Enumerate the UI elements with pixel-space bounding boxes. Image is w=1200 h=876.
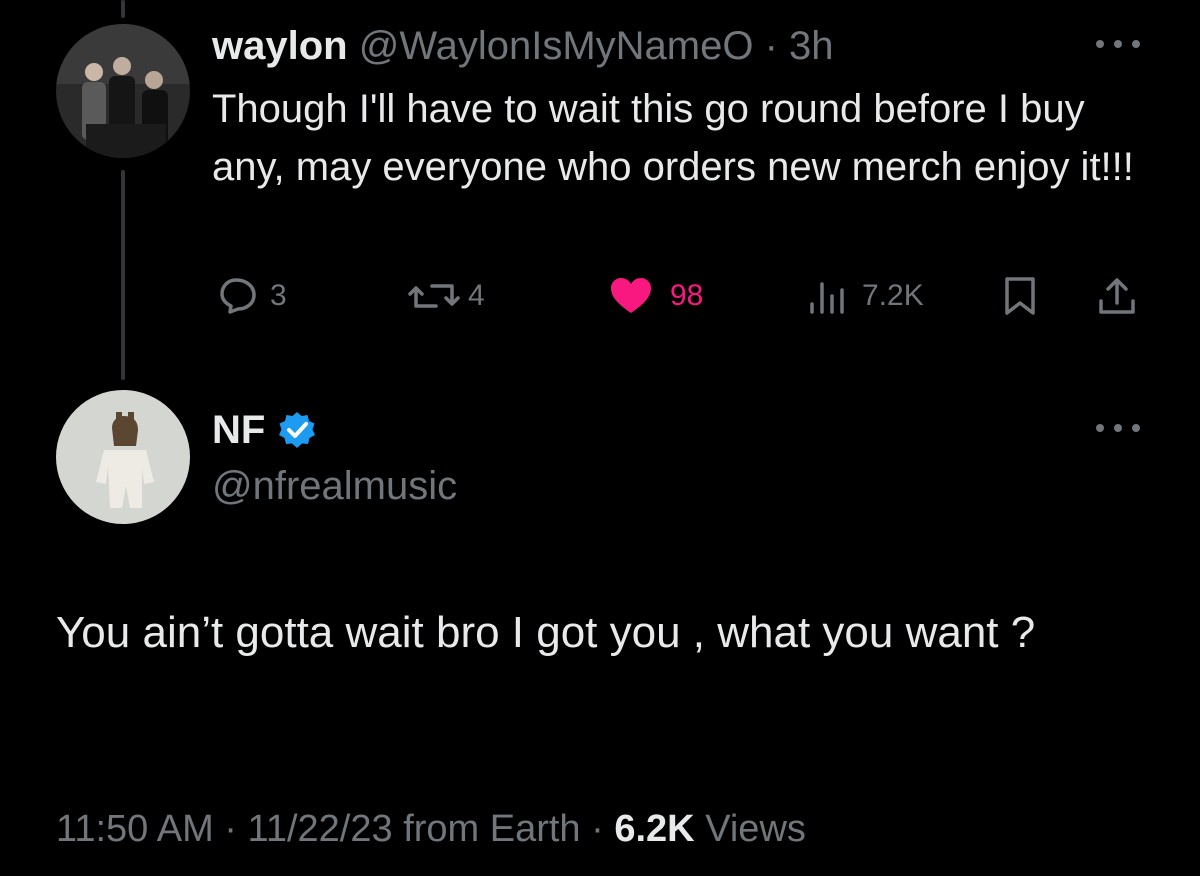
verified-badge-icon [279, 412, 316, 448]
display-name[interactable]: waylon [212, 24, 348, 68]
tweet-time[interactable]: 11:50 AM [56, 808, 214, 850]
avatar-waylon[interactable] [56, 24, 190, 158]
more-icon[interactable] [1096, 418, 1140, 438]
header-separator: · [764, 24, 778, 68]
bookmark-button[interactable] [1002, 274, 1038, 318]
meta-separator: · [591, 808, 604, 850]
views-count-small: 7.2K [862, 279, 924, 312]
display-name[interactable]: NF [212, 406, 265, 454]
avatar-nf[interactable] [56, 390, 190, 524]
repost-count: 4 [468, 279, 485, 312]
repost-icon [408, 284, 460, 308]
views-label: Views [705, 808, 806, 850]
user-handle[interactable]: @WaylonIsMyNameO [359, 24, 754, 68]
reply-to-text: Though I'll have to wait this go round b… [212, 87, 1134, 189]
user-handle[interactable]: @nfrealmusic [212, 462, 457, 510]
tweet-header: waylon @WaylonIsMyNameO · 3h [212, 22, 834, 70]
reply-count: 3 [270, 279, 287, 312]
thread-line [121, 170, 125, 380]
like-button[interactable]: 98 [608, 274, 703, 318]
views-button[interactable]: 7.2K [804, 274, 924, 318]
main-tweet-text: You ain’t gotta wait bro I got you , wha… [56, 608, 1036, 657]
bookmark-icon [1005, 277, 1035, 315]
thread-line-top [121, 0, 125, 18]
views-count: 6.2K [614, 808, 695, 850]
views-icon [810, 282, 844, 314]
more-icon[interactable] [1096, 34, 1140, 54]
tweet-meta: 11:50 AM · 11/22/23 from Earth · 6.2K Vi… [56, 806, 806, 852]
share-icon [1099, 278, 1135, 314]
nf-display-name-row: NF [212, 406, 317, 454]
meta-separator: · [224, 808, 237, 850]
tweet-date[interactable]: 11/22/23 [248, 808, 393, 850]
reply-button[interactable]: 3 [216, 274, 287, 318]
reply-icon [220, 278, 256, 314]
like-icon [611, 278, 651, 313]
repost-button[interactable]: 4 [406, 274, 485, 318]
tweet-source: from Earth [403, 808, 581, 850]
tweet-age[interactable]: 3h [789, 24, 834, 68]
share-button[interactable] [1096, 274, 1138, 318]
like-count: 98 [670, 279, 704, 312]
